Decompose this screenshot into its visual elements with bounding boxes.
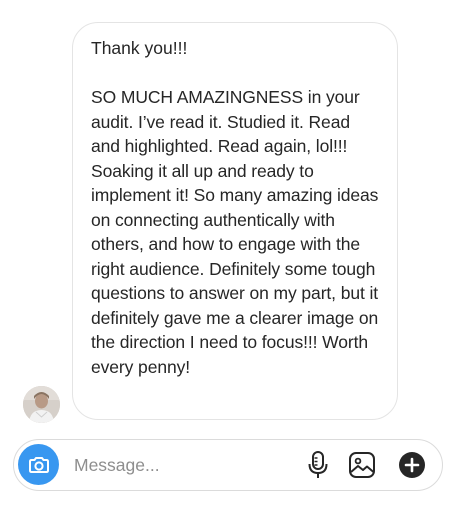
gallery-icon	[349, 452, 375, 478]
avatar-photo	[23, 386, 60, 423]
camera-icon	[28, 456, 49, 473]
dm-thread: Thank you!!! SO MUCH AMAZINGNESS in your…	[0, 0, 456, 515]
message-greeting: Thank you!!!	[91, 38, 188, 58]
received-message-bubble[interactable]: Thank you!!! SO MUCH AMAZINGNESS in your…	[72, 22, 398, 420]
message-composer	[13, 439, 443, 491]
more-options-button[interactable]	[397, 450, 427, 480]
sender-avatar[interactable]	[23, 386, 60, 423]
plus-circle-icon	[399, 452, 425, 478]
microphone-icon	[308, 451, 328, 478]
voice-message-button[interactable]	[304, 450, 332, 480]
message-input[interactable]	[74, 452, 294, 478]
message-body: SO MUCH AMAZINGNESS in your audit. I’ve …	[91, 87, 379, 377]
camera-button[interactable]	[18, 444, 59, 485]
gallery-button[interactable]	[346, 449, 378, 481]
